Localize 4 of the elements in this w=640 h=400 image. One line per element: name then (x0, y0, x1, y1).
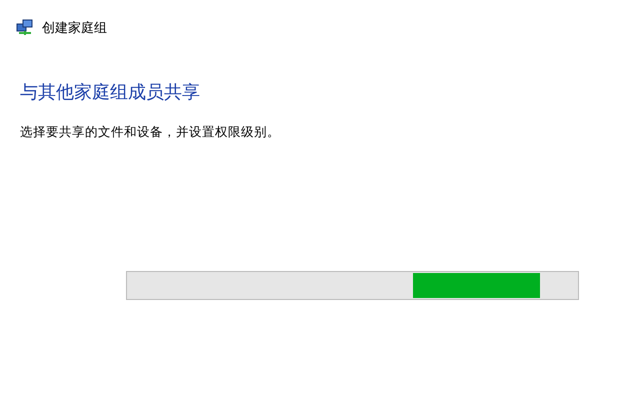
page-heading: 与其他家庭组成员共享 (20, 81, 201, 104)
instruction-text: 选择要共享的文件和设备，并设置权限级别。 (20, 124, 281, 141)
window-title: 创建家庭组 (42, 20, 107, 37)
network-computers-icon (16, 19, 34, 37)
